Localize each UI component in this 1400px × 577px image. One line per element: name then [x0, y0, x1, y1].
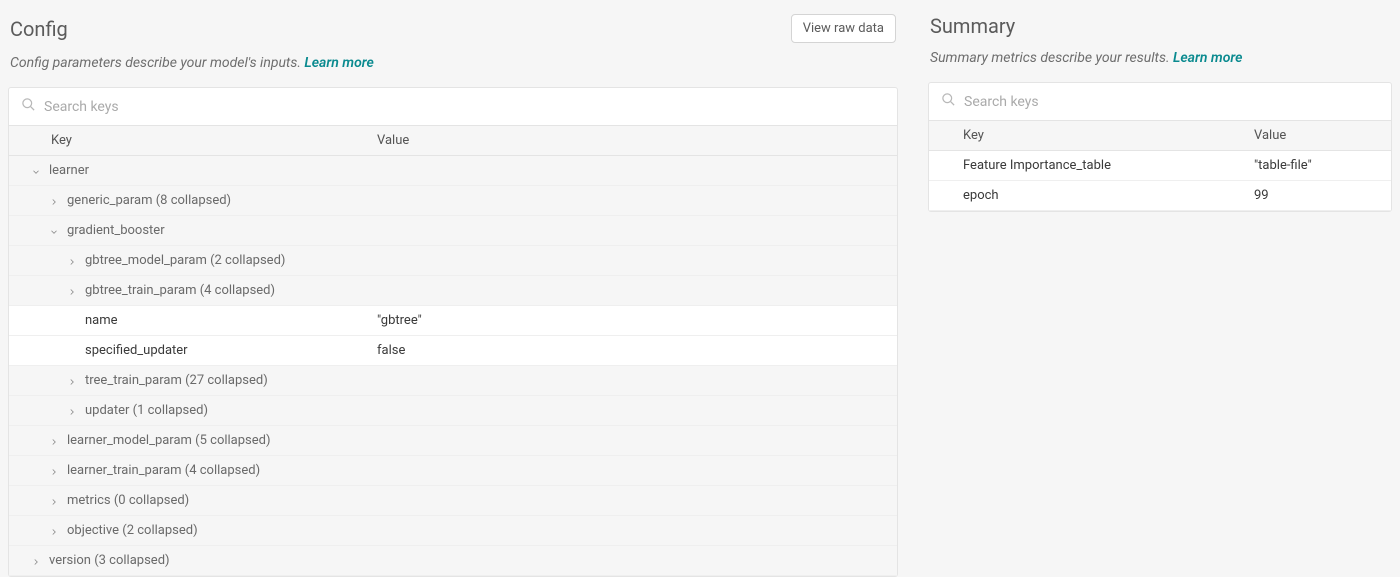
chevron-right-icon: [49, 196, 59, 206]
config-key-cell: updater (1 collapsed): [9, 403, 377, 418]
config-search-input[interactable]: [44, 99, 885, 115]
config-header: Config View raw data: [8, 8, 898, 55]
summary-value-cell: 99: [1254, 188, 1269, 203]
config-key-label: updater (1 collapsed): [85, 403, 208, 418]
summary-row: Feature Importance_table"table-file": [929, 151, 1391, 181]
chevron-right-icon: [67, 256, 77, 266]
config-key-cell: specified_updater: [9, 343, 377, 358]
summary-description: Summary metrics describe your results. L…: [928, 50, 1392, 82]
config-value-cell: false: [377, 343, 405, 358]
config-key-label: gradient_booster: [67, 223, 165, 238]
config-key-label: tree_train_param (27 collapsed): [85, 373, 268, 388]
config-row[interactable]: generic_param (8 collapsed): [9, 186, 897, 216]
config-key-cell: generic_param (8 collapsed): [9, 193, 377, 208]
chevron-right-icon: [67, 376, 77, 386]
config-key-cell: learner_train_param (4 collapsed): [9, 463, 377, 478]
config-key-cell: objective (2 collapsed): [9, 523, 377, 538]
chevron-down-icon: [49, 226, 59, 236]
config-key-cell: gbtree_train_param (4 collapsed): [9, 283, 377, 298]
config-row[interactable]: tree_train_param (27 collapsed): [9, 366, 897, 396]
config-key-label: learner: [49, 163, 89, 178]
config-key-cell: metrics (0 collapsed): [9, 493, 377, 508]
view-raw-data-button[interactable]: View raw data: [791, 14, 896, 43]
chevron-right-icon: [49, 436, 59, 446]
config-row[interactable]: gbtree_model_param (2 collapsed): [9, 246, 897, 276]
config-row[interactable]: learner_model_param (5 collapsed): [9, 426, 897, 456]
config-key-cell: tree_train_param (27 collapsed): [9, 373, 377, 388]
config-key-cell: learner_model_param (5 collapsed): [9, 433, 377, 448]
summary-title: Summary: [930, 14, 1015, 38]
summary-rows: Feature Importance_table"table-file"epoc…: [929, 151, 1391, 211]
summary-value-cell: "table-file": [1254, 158, 1312, 173]
summary-key-cell: Feature Importance_table: [929, 158, 1254, 173]
config-key-label: gbtree_model_param (2 collapsed): [85, 253, 285, 268]
config-row[interactable]: gbtree_train_param (4 collapsed): [9, 276, 897, 306]
summary-panel: Summary Summary metrics describe your re…: [928, 8, 1392, 555]
config-table-header: Key Value: [9, 126, 897, 156]
config-key-cell: version (3 collapsed): [9, 553, 377, 568]
config-row[interactable]: gradient_booster: [9, 216, 897, 246]
config-value-cell: "gbtree": [377, 313, 422, 328]
chevron-right-icon: [49, 466, 59, 476]
summary-search-bar: [929, 83, 1391, 121]
config-row[interactable]: learner_train_param (4 collapsed): [9, 456, 897, 486]
summary-learn-more-link[interactable]: Learn more: [1173, 50, 1242, 66]
chevron-right-icon: [67, 286, 77, 296]
summary-header: Summary: [928, 8, 1392, 50]
chevron-right-icon: [49, 526, 59, 536]
config-th-value: Value: [377, 133, 409, 148]
summary-th-value: Value: [1254, 128, 1286, 143]
config-learn-more-link[interactable]: Learn more: [304, 55, 373, 71]
config-search-bar: [9, 88, 897, 126]
chevron-right-icon: [31, 556, 41, 566]
summary-row: epoch99: [929, 181, 1391, 211]
summary-key-cell: epoch: [929, 188, 1254, 203]
config-rows: learner generic_param (8 collapsed) gradie…: [9, 156, 897, 576]
config-key-label: specified_updater: [85, 343, 188, 358]
config-key-label: learner_model_param (5 collapsed): [67, 433, 271, 448]
config-th-key: Key: [9, 133, 377, 148]
config-desc-text: Config parameters describe your model's …: [10, 55, 304, 71]
summary-table-header: Key Value: [929, 121, 1391, 151]
chevron-right-icon: [67, 406, 77, 416]
config-row[interactable]: metrics (0 collapsed): [9, 486, 897, 516]
chevron-down-icon: [31, 166, 41, 176]
config-key-label: version (3 collapsed): [49, 553, 170, 568]
config-key-label: gbtree_train_param (4 collapsed): [85, 283, 275, 298]
search-icon: [941, 92, 964, 111]
config-description: Config parameters describe your model's …: [8, 55, 898, 87]
summary-card: Key Value Feature Importance_table"table…: [928, 82, 1392, 212]
summary-th-key: Key: [929, 128, 1254, 143]
config-key-label: learner_train_param (4 collapsed): [67, 463, 260, 478]
config-card: Key Value learner generic_param (8 collap…: [8, 87, 898, 577]
config-key-cell: gbtree_model_param (2 collapsed): [9, 253, 377, 268]
search-icon: [21, 97, 44, 116]
summary-desc-text: Summary metrics describe your results.: [930, 50, 1173, 66]
config-key-label: generic_param (8 collapsed): [67, 193, 231, 208]
config-key-label: name: [85, 313, 118, 328]
config-row: specified_updater false: [9, 336, 897, 366]
config-row[interactable]: objective (2 collapsed): [9, 516, 897, 546]
config-row[interactable]: version (3 collapsed): [9, 546, 897, 576]
config-key-cell: learner: [9, 163, 377, 178]
config-title: Config: [10, 17, 68, 41]
config-key-label: metrics (0 collapsed): [67, 493, 189, 508]
config-row: name "gbtree": [9, 306, 897, 336]
config-key-label: objective (2 collapsed): [67, 523, 198, 538]
config-row[interactable]: learner: [9, 156, 897, 186]
config-row[interactable]: updater (1 collapsed): [9, 396, 897, 426]
config-key-cell: gradient_booster: [9, 223, 377, 238]
summary-search-input[interactable]: [964, 94, 1379, 110]
config-panel: Config View raw data Config parameters d…: [8, 8, 898, 555]
config-key-cell: name: [9, 313, 377, 328]
chevron-right-icon: [49, 496, 59, 506]
